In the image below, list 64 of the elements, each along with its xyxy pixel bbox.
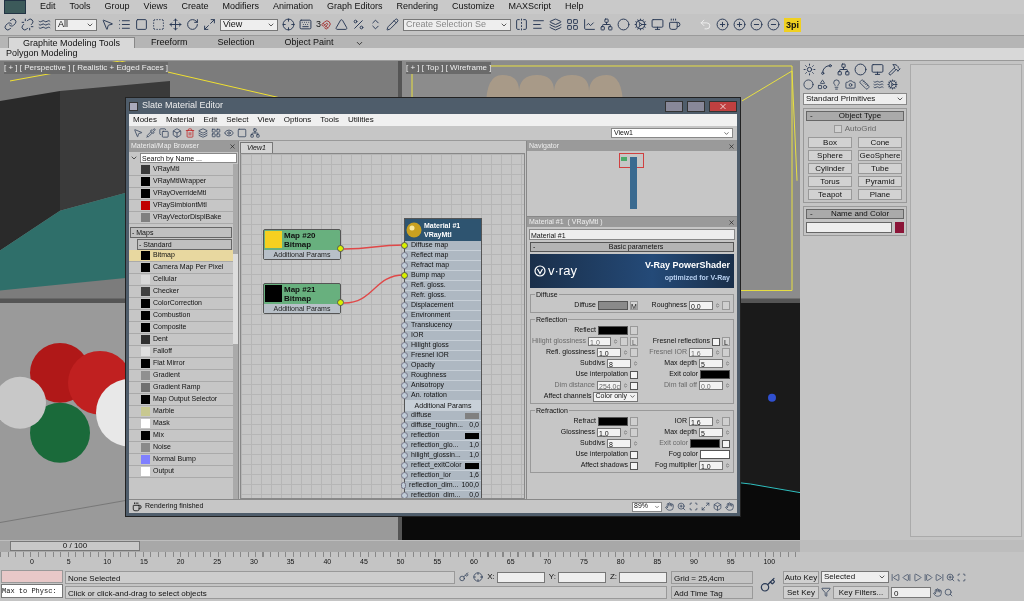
- time-tag-button[interactable]: Add Time Tag: [671, 585, 753, 599]
- node-title: Map #20: [284, 231, 316, 240]
- prompt-text: Click or click-and-drag to select objects: [65, 585, 667, 599]
- grid-status: Grid = 25,4cm: [671, 570, 753, 584]
- menu-item[interactable]: View: [257, 114, 275, 126]
- coordinate-label: X:: [487, 571, 495, 583]
- ribbon-panel-tab[interactable]: Polygon Modeling: [6, 47, 78, 61]
- vray-logo-text: v·ray: [548, 262, 577, 281]
- menu-item[interactable]: Graph Editors: [326, 0, 383, 14]
- snap-toggle[interactable]: 3: [316, 17, 331, 32]
- key-mode-dropdown[interactable]: Selected: [821, 571, 889, 583]
- menu-item[interactable]: Help: [565, 0, 584, 14]
- primitive-button[interactable]: Sphere: [808, 150, 852, 161]
- viewport-label[interactable]: [ + ] [ Top ] [ Wireframe ]: [406, 62, 492, 74]
- menu-item[interactable]: Utilities: [347, 114, 374, 126]
- ribbon-tab[interactable]: Freeform: [136, 37, 202, 48]
- menu-item[interactable]: Tools: [69, 0, 91, 14]
- plugin-badge[interactable]: 3pi: [784, 17, 802, 32]
- menu-item[interactable]: Tools: [320, 114, 339, 126]
- reference-coordinate-dropdown[interactable]: View: [220, 18, 278, 31]
- selection-status: None Selected: [65, 570, 456, 584]
- primitive-button[interactable]: Cone: [858, 137, 902, 148]
- menu-item[interactable]: Edit: [203, 114, 218, 126]
- node-title: Map #21: [284, 285, 316, 294]
- time-slider-thumb[interactable]: 0 / 100: [10, 541, 140, 551]
- menu-item[interactable]: Customize: [452, 0, 495, 14]
- menu-item[interactable]: Modifiers: [222, 0, 259, 14]
- primitive-button[interactable]: Pyramid: [858, 176, 902, 187]
- menu-item[interactable]: Animation: [272, 0, 313, 14]
- menu-item[interactable]: Rendering: [396, 0, 439, 14]
- auto-key-button[interactable]: Auto Key: [783, 570, 819, 584]
- primitive-button[interactable]: GeoSphere: [858, 150, 902, 161]
- menu-item[interactable]: Options: [283, 114, 312, 126]
- rollout-header[interactable]: - Object Type: [806, 111, 904, 121]
- menu-item[interactable]: Modes: [133, 114, 157, 126]
- banner-title: V-Ray PowerShader: [644, 259, 730, 272]
- frame-field[interactable]: 0: [891, 586, 931, 598]
- ribbon-tab[interactable]: Selection: [203, 37, 269, 48]
- menu-item[interactable]: Select: [226, 114, 249, 126]
- key-filters-button[interactable]: Key Filters...: [833, 585, 889, 599]
- primitive-button[interactable]: Teapot: [808, 189, 852, 200]
- primitive-button[interactable]: Torus: [808, 176, 852, 187]
- node-type: Bitmap: [284, 240, 313, 249]
- primitive-button[interactable]: Cylinder: [808, 163, 852, 174]
- node-type: Bitmap: [284, 294, 313, 303]
- viewport-label[interactable]: [ + ] [ Perspective ] [ Realistic + Edged Faces ]: [4, 62, 169, 74]
- primitive-button[interactable]: Box: [808, 137, 852, 148]
- selection-filter-dropdown[interactable]: All: [55, 18, 97, 31]
- rollout-header[interactable]: - Name and Color: [806, 209, 904, 219]
- menu-item[interactable]: Material: [166, 114, 195, 126]
- coordinate-label: Z:: [609, 571, 617, 583]
- menu-item[interactable]: MAXScript: [508, 0, 552, 14]
- category-dropdown[interactable]: Standard Primitives: [803, 93, 907, 105]
- menu-item[interactable]: Create: [181, 0, 209, 14]
- window-title: Slate Material Editor: [142, 99, 224, 113]
- coordinate-label: Y:: [548, 571, 556, 583]
- primitive-button[interactable]: Plane: [858, 189, 902, 200]
- primitive-button[interactable]: Tube: [858, 163, 902, 174]
- menu-item[interactable]: Group: [104, 0, 130, 14]
- set-key-button[interactable]: Set Key: [783, 585, 819, 599]
- checkbox-label: AutoGrid: [844, 123, 877, 135]
- menu-item[interactable]: Views: [143, 0, 168, 14]
- menu-item[interactable]: Edit: [40, 0, 56, 14]
- ribbon-tab[interactable]: Object Paint: [270, 37, 348, 48]
